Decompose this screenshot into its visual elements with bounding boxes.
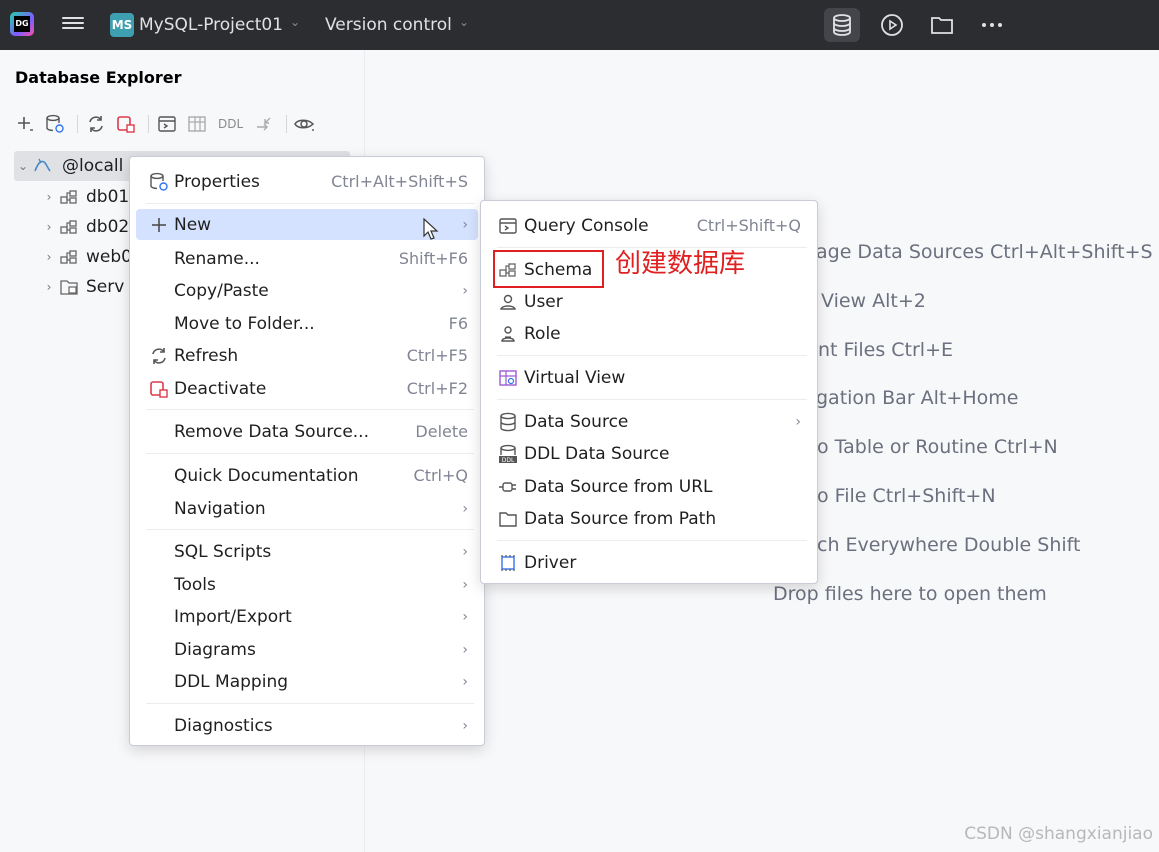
database-icon[interactable] [824, 8, 860, 42]
ddl-icon[interactable]: DDL [214, 112, 247, 136]
chevron-right-icon: › [795, 413, 801, 430]
chevron-right-icon: › [462, 673, 468, 690]
chevron-right-icon: › [462, 543, 468, 560]
tree-item-label: db02 [86, 217, 130, 237]
hint-navigation-bar: gation Bar Alt+Home [816, 387, 1019, 409]
view-options-icon[interactable] [292, 112, 318, 136]
chevron-right-icon: › [462, 282, 468, 299]
table-icon[interactable] [184, 112, 210, 136]
schema-icon [58, 216, 80, 238]
menu-item-diagrams[interactable]: Diagrams › [136, 634, 478, 665]
datasource-icon [497, 411, 519, 433]
chevron-right-icon[interactable]: › [40, 220, 58, 234]
plus-icon [148, 214, 170, 236]
chevron-right-icon[interactable]: › [40, 250, 58, 264]
annotation-create-database: 创建数据库 [615, 249, 746, 279]
chevron-right-icon: › [462, 641, 468, 658]
menu-item-properties[interactable]: Properties Ctrl+Alt+Shift+S [136, 166, 478, 197]
tree-item-label: Serv [86, 277, 125, 297]
submenu-item-data-source[interactable]: Data Source › [487, 406, 811, 437]
mysql-icon [32, 155, 54, 177]
add-icon[interactable] [12, 112, 38, 136]
hint-database-view: View Alt+2 [821, 290, 926, 312]
tree-item-label: @locall [62, 156, 124, 176]
menu-item-import-export[interactable]: Import/Export › [136, 601, 478, 632]
menu-item-navigation[interactable]: Navigation › [136, 493, 478, 524]
menu-item-deactivate[interactable]: Deactivate Ctrl+F2 [136, 373, 478, 404]
run-icon[interactable] [874, 8, 910, 42]
refresh-icon[interactable] [83, 112, 109, 136]
submenu-item-user[interactable]: User [487, 286, 811, 317]
jump-icon[interactable] [251, 112, 277, 136]
menu-item-diagnostics[interactable]: Diagnostics › [136, 710, 478, 741]
chevron-down-icon[interactable]: ⌄ [14, 159, 32, 173]
watermark: CSDN @shangxianjiao [964, 824, 1153, 844]
chevron-right-icon[interactable]: › [40, 190, 58, 204]
tree-item-label: web0 [86, 247, 132, 267]
folder-icon [497, 508, 519, 530]
deactivate-icon[interactable] [113, 112, 139, 136]
server-objects-icon [58, 276, 80, 298]
menu-item-quick-documentation[interactable]: Quick Documentation Ctrl+Q [136, 460, 478, 491]
menu-item-tools[interactable]: Tools › [136, 569, 478, 600]
user-icon [497, 291, 519, 313]
hint-goto-file: o File Ctrl+Shift+N [817, 485, 996, 507]
chevron-right-icon: › [462, 717, 468, 734]
refresh-icon [148, 345, 170, 367]
url-icon [497, 476, 519, 498]
hint-manage-data-sources: age Data Sources Ctrl+Alt+Shift+S [816, 241, 1153, 263]
explorer-toolbar: DDL [12, 112, 322, 136]
deactivate-icon [148, 378, 170, 400]
chevron-down-icon[interactable]: ⌄ [459, 15, 469, 29]
driver-icon [497, 552, 519, 574]
tree-item-label: db01 [86, 187, 130, 207]
chevron-right-icon: › [462, 576, 468, 593]
schema-icon [58, 246, 80, 268]
datagrip-logo-icon[interactable]: DG [10, 12, 34, 36]
virtual-view-icon [497, 367, 519, 389]
folder-icon[interactable] [924, 8, 960, 42]
project-badge[interactable]: MS [110, 13, 134, 37]
menu-item-remove-data-source[interactable]: Remove Data Source... Delete [136, 416, 478, 447]
query-console-icon [497, 215, 519, 237]
chevron-right-icon: › [462, 500, 468, 517]
submenu-item-driver[interactable]: Driver [487, 547, 811, 578]
chevron-down-icon[interactable]: ⌄ [290, 15, 300, 29]
ddl-datasource-icon: DDL [497, 443, 519, 465]
role-icon [497, 323, 519, 345]
menu-item-ddl-mapping[interactable]: DDL Mapping › [136, 666, 478, 697]
submenu-item-data-source-url[interactable]: Data Source from URL [487, 471, 811, 502]
menu-item-sql-scripts[interactable]: SQL Scripts › [136, 536, 478, 567]
hint-goto-table: o Table or Routine Ctrl+N [817, 436, 1058, 458]
context-menu: Properties Ctrl+Alt+Shift+S New › Rename… [129, 156, 485, 746]
panel-title: Database Explorer [15, 68, 182, 87]
submenu-item-ddl-data-source[interactable]: DDL DDL Data Source [487, 438, 811, 469]
submenu-item-query-console[interactable]: Query Console Ctrl+Shift+Q [487, 210, 811, 241]
schema-highlight-box [493, 250, 604, 288]
chevron-right-icon: › [462, 608, 468, 625]
menu-item-move-to-folder[interactable]: Move to Folder... F6 [136, 308, 478, 339]
hint-recent-files: nt Files Ctrl+E [818, 339, 953, 361]
schema-icon [58, 186, 80, 208]
query-console-icon[interactable] [154, 112, 180, 136]
menu-item-refresh[interactable]: Refresh Ctrl+F5 [136, 340, 478, 371]
chevron-right-icon[interactable]: › [40, 280, 58, 294]
hint-drop-files: Drop files here to open them [773, 583, 1047, 605]
svg-text:DDL: DDL [502, 457, 515, 464]
hint-search-everywhere: ch Everywhere Double Shift [817, 534, 1081, 556]
more-icon[interactable] [974, 8, 1010, 42]
datasource-properties-icon[interactable] [42, 112, 68, 136]
submenu-item-virtual-view[interactable]: Virtual View [487, 362, 811, 393]
properties-icon [148, 171, 170, 193]
menu-item-rename[interactable]: Rename... Shift+F6 [136, 243, 478, 274]
chevron-right-icon: › [462, 216, 468, 233]
mouse-cursor-icon [423, 218, 439, 240]
title-bar: DG MS MySQL-Project01 ⌄ Version control … [0, 0, 1159, 50]
submenu-item-role[interactable]: Role [487, 318, 811, 349]
main-menu-icon[interactable] [62, 14, 84, 34]
project-name[interactable]: MySQL-Project01 [139, 15, 283, 35]
version-control-menu[interactable]: Version control [325, 15, 452, 35]
menu-item-copy-paste[interactable]: Copy/Paste › [136, 275, 478, 306]
submenu-item-data-source-path[interactable]: Data Source from Path [487, 503, 811, 534]
